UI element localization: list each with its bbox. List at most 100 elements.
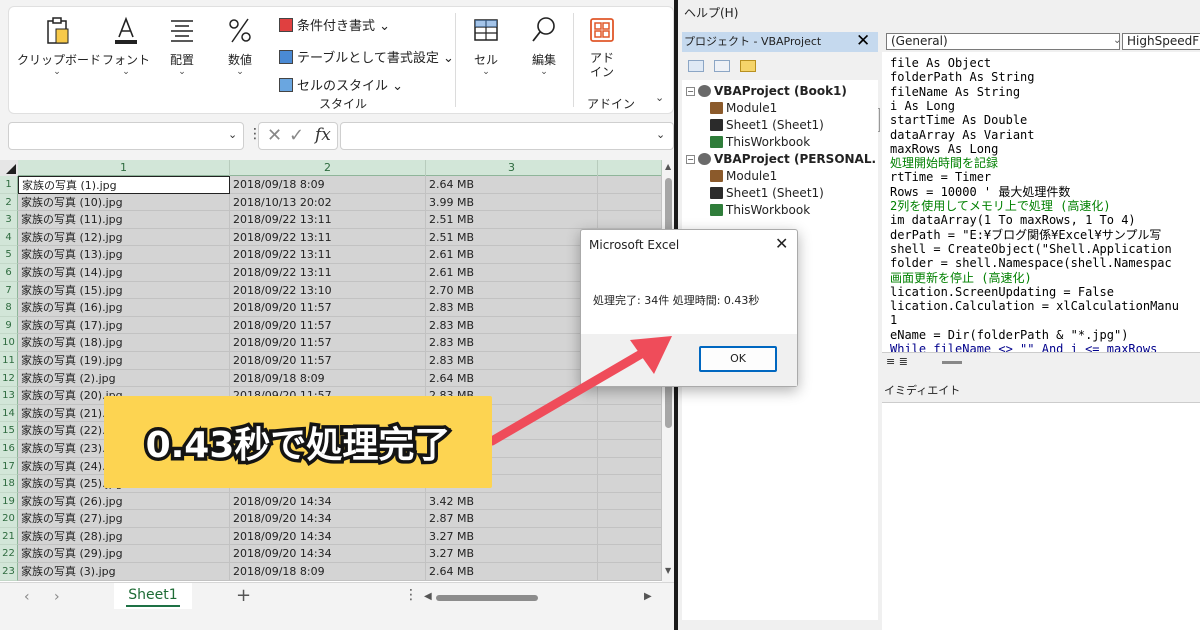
row-header[interactable]: 12 xyxy=(0,369,18,388)
select-all-button[interactable] xyxy=(0,160,18,176)
cell-filename[interactable]: 家族の写真 (14).jpg xyxy=(18,263,230,282)
cell-size[interactable]: 2.51 MB xyxy=(426,211,598,229)
procedure-combo[interactable]: HighSpeedF xyxy=(1122,33,1200,50)
code-horizontal-scroll[interactable] xyxy=(942,361,962,364)
row-header[interactable]: 2 xyxy=(0,193,18,212)
chevron-down-icon[interactable]: ⌄ xyxy=(656,128,665,141)
column-header-3[interactable]: 3 xyxy=(426,160,598,176)
cell-size[interactable]: 2.61 MB xyxy=(426,246,598,264)
tree-item-workbook[interactable]: ThisWorkbook xyxy=(710,135,810,149)
cell-size[interactable]: 2.64 MB xyxy=(426,563,598,581)
row-header[interactable]: 10 xyxy=(0,334,18,352)
row-header[interactable]: 11 xyxy=(0,351,18,370)
cell-filename[interactable]: 家族の写真 (27).jpg xyxy=(18,510,230,528)
view-code-icon[interactable] xyxy=(688,60,704,72)
cell-filename[interactable]: 家族の写真 (16).jpg xyxy=(18,299,230,317)
cell-size[interactable]: 2.64 MB xyxy=(426,176,598,194)
scroll-up-icon[interactable]: ▲ xyxy=(665,162,671,171)
cell-date[interactable]: 2018/09/20 11:57 xyxy=(230,334,426,352)
close-icon[interactable]: ✕ xyxy=(775,234,788,253)
cell-date[interactable]: 2018/10/13 20:02 xyxy=(230,193,426,212)
cell-filename[interactable]: 家族の写真 (1).jpg xyxy=(18,176,230,194)
row-header[interactable]: 4 xyxy=(0,228,18,247)
cell-date[interactable]: 2018/09/20 14:34 xyxy=(230,510,426,528)
cell-empty[interactable] xyxy=(598,510,662,528)
tree-item-sheet[interactable]: Sheet1 (Sheet1) xyxy=(710,186,824,200)
cell-filename[interactable]: 家族の写真 (11).jpg xyxy=(18,211,230,229)
scroll-left-icon[interactable]: ◀ xyxy=(424,591,432,602)
tree-item-workbook[interactable]: ThisWorkbook xyxy=(710,203,810,217)
row-header[interactable]: 16 xyxy=(0,439,18,458)
cell-filename[interactable]: 家族の写真 (3).jpg xyxy=(18,563,230,581)
tab-splitter[interactable]: ⋮ xyxy=(404,587,418,603)
cell-empty[interactable] xyxy=(598,492,662,511)
row-header[interactable]: 18 xyxy=(0,475,18,493)
cell-empty[interactable] xyxy=(598,545,662,564)
formula-input[interactable] xyxy=(340,122,674,150)
immediate-window[interactable] xyxy=(882,402,1200,630)
cell-empty[interactable] xyxy=(598,457,662,476)
row-header[interactable]: 22 xyxy=(0,545,18,564)
sheet-tab-sheet1[interactable]: Sheet1 xyxy=(114,583,192,609)
column-header-4[interactable] xyxy=(598,160,662,176)
cell-filename[interactable]: 家族の写真 (29).jpg xyxy=(18,545,230,564)
tree-item-project[interactable]: − VBAProject (PERSONAL. xyxy=(686,152,876,166)
horizontal-scroll-thumb[interactable] xyxy=(436,595,538,601)
row-header[interactable]: 17 xyxy=(0,457,18,476)
cell-empty[interactable] xyxy=(598,404,662,423)
format-as-table-button[interactable]: テーブルとして書式設定 ⌄ xyxy=(279,47,454,66)
cell-filename[interactable]: 家族の写真 (26).jpg xyxy=(18,492,230,511)
cell-empty[interactable] xyxy=(598,176,662,194)
cell-date[interactable]: 2018/09/22 13:10 xyxy=(230,281,426,300)
row-header[interactable]: 15 xyxy=(0,422,18,440)
row-header[interactable]: 7 xyxy=(0,281,18,300)
row-header[interactable]: 1 xyxy=(0,176,18,194)
cell-filename[interactable]: 家族の写真 (13).jpg xyxy=(18,246,230,264)
insert-function-icon[interactable]: fx xyxy=(315,125,331,145)
cell-empty[interactable] xyxy=(598,439,662,458)
cell-size[interactable]: 3.42 MB xyxy=(426,492,598,511)
cell-filename[interactable]: 家族の写真 (28).jpg xyxy=(18,527,230,546)
cell-date[interactable]: 2018/09/18 8:09 xyxy=(230,563,426,581)
column-header-1[interactable]: 1 xyxy=(18,160,230,176)
cell-date[interactable]: 2018/09/20 14:34 xyxy=(230,527,426,546)
close-icon[interactable]: ✕ xyxy=(856,31,870,51)
row-header[interactable]: 19 xyxy=(0,492,18,511)
cell-empty[interactable] xyxy=(598,211,662,229)
cell-size[interactable]: 3.27 MB xyxy=(426,527,598,546)
tree-item-project[interactable]: − VBAProject (Book1) xyxy=(686,84,847,98)
cell-empty[interactable] xyxy=(598,422,662,440)
ribbon-collapse-button[interactable]: ⌄ xyxy=(655,91,664,104)
cell-filename[interactable]: 家族の写真 (17).jpg xyxy=(18,316,230,335)
folder-icon[interactable] xyxy=(740,60,756,72)
collapse-icon[interactable]: − xyxy=(686,86,695,96)
conditional-format-button[interactable]: 条件付き書式 ⌄ xyxy=(279,15,390,34)
cell-size[interactable]: 2.70 MB xyxy=(426,281,598,300)
tree-item-module[interactable]: Module1 xyxy=(710,101,777,115)
cell-filename[interactable]: 家族の写真 (2).jpg xyxy=(18,369,230,388)
cell-size[interactable]: 2.87 MB xyxy=(426,510,598,528)
cell-date[interactable]: 2018/09/20 11:57 xyxy=(230,316,426,335)
cell-date[interactable]: 2018/09/22 13:11 xyxy=(230,263,426,282)
scroll-down-icon[interactable]: ▼ xyxy=(665,566,671,575)
cell-date[interactable]: 2018/09/18 8:09 xyxy=(230,369,426,388)
cell-filename[interactable]: 家族の写真 (19).jpg xyxy=(18,351,230,370)
cell-empty[interactable] xyxy=(598,193,662,212)
code-window[interactable]: file As Object folderPath As String file… xyxy=(882,52,1200,352)
cell-size[interactable]: 3.99 MB xyxy=(426,193,598,212)
ok-button[interactable]: OK xyxy=(699,346,777,372)
cell-date[interactable]: 2018/09/20 11:57 xyxy=(230,351,426,370)
scroll-right-icon[interactable]: ▶ xyxy=(644,591,652,602)
object-combo[interactable]: (General) ⌄ xyxy=(886,33,1121,50)
cell-size[interactable]: 2.83 MB xyxy=(426,334,598,352)
row-header[interactable]: 23 xyxy=(0,563,18,581)
row-header[interactable]: 13 xyxy=(0,387,18,405)
row-header[interactable]: 9 xyxy=(0,316,18,335)
row-header[interactable]: 21 xyxy=(0,527,18,546)
cell-size[interactable]: 2.51 MB xyxy=(426,228,598,247)
cell-size[interactable]: 2.61 MB xyxy=(426,263,598,282)
cell-empty[interactable] xyxy=(598,563,662,581)
cell-date[interactable]: 2018/09/22 13:11 xyxy=(230,246,426,264)
cancel-icon[interactable]: ✕ xyxy=(267,125,282,146)
tree-item-sheet[interactable]: Sheet1 (Sheet1) xyxy=(710,118,824,132)
